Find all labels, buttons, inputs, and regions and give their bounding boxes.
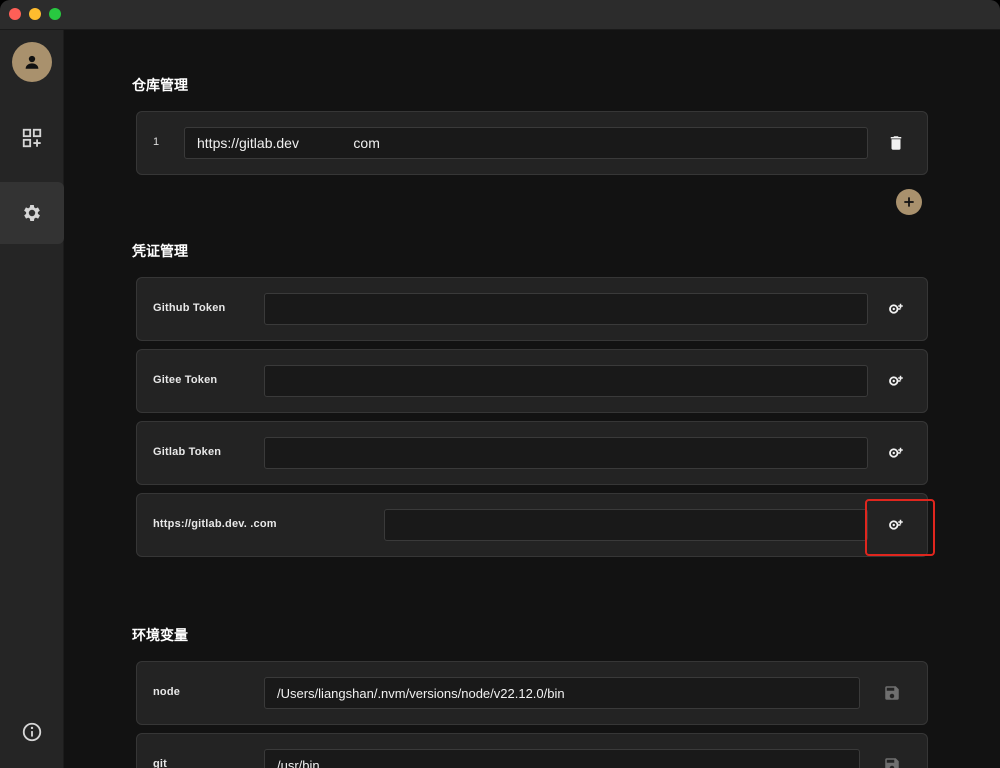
credential-row: Github Token [136, 277, 928, 341]
gear-icon [24, 205, 40, 221]
key-save-icon [889, 447, 903, 458]
trash-icon [890, 136, 902, 150]
save-icon [885, 686, 899, 700]
avatar[interactable] [12, 42, 52, 82]
credential-row: Gitlab Token [136, 421, 928, 485]
env-row: git [136, 733, 928, 768]
env-label: git [153, 758, 168, 768]
save-credential-button[interactable] [881, 510, 911, 540]
apps-add-icon [22, 128, 42, 148]
credential-label: Github Token [153, 302, 226, 314]
gitee-token-input[interactable] [264, 365, 868, 397]
key-save-icon [889, 375, 903, 386]
title-bar [0, 0, 1000, 30]
env-row: node [136, 661, 928, 725]
sidebar-item-settings[interactable] [0, 182, 64, 244]
env-section-title: 环境变量 [132, 628, 188, 644]
git-path-input[interactable] [264, 749, 860, 768]
info-icon [22, 722, 42, 742]
repo-url-input[interactable] [184, 127, 868, 159]
delete-repo-button[interactable] [881, 128, 911, 158]
user-icon [25, 55, 39, 69]
credential-label: Gitlab Token [153, 446, 222, 458]
app-window: 仓库管理 1 凭证管理 Github Token [0, 0, 1000, 768]
gitlab-token-input[interactable] [264, 437, 868, 469]
add-repo-button[interactable] [896, 189, 922, 215]
sidebar-item-apps[interactable] [0, 107, 64, 169]
credential-label: Gitee Token [153, 374, 218, 386]
github-token-input[interactable] [264, 293, 868, 325]
sidebar-item-info[interactable] [0, 701, 64, 763]
custom-host-token-input[interactable] [384, 509, 868, 541]
plus-icon [904, 197, 914, 207]
credential-row: Gitee Token [136, 349, 928, 413]
credential-row: https://gitlab.dev. .com [136, 493, 928, 557]
save-credential-button[interactable] [881, 366, 911, 396]
save-credential-button[interactable] [881, 438, 911, 468]
credential-label: https://gitlab.dev. .com [153, 518, 277, 530]
sidebar [0, 30, 64, 768]
credentials-section-title: 凭证管理 [132, 244, 188, 260]
node-path-input[interactable] [264, 677, 860, 709]
minimize-window-button[interactable] [29, 8, 41, 20]
repo-row: 1 [136, 111, 928, 175]
main-content: 仓库管理 1 凭证管理 Github Token [64, 30, 1000, 768]
zoom-window-button[interactable] [49, 8, 61, 20]
repo-section-title: 仓库管理 [132, 78, 188, 94]
save-credential-button[interactable] [881, 294, 911, 324]
save-icon [885, 758, 899, 768]
key-save-icon [889, 303, 903, 314]
save-env-button[interactable] [877, 750, 907, 768]
repo-row-index: 1 [153, 136, 160, 148]
save-env-button[interactable] [877, 678, 907, 708]
env-label: node [153, 686, 181, 698]
close-window-button[interactable] [9, 8, 21, 20]
key-save-icon [889, 519, 903, 530]
